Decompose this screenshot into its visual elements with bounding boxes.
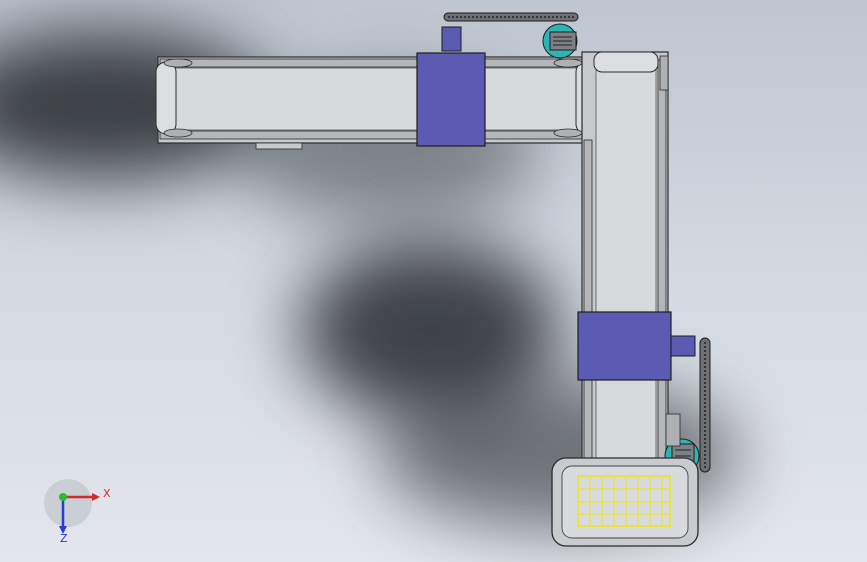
horizontal-bracket-tr xyxy=(553,58,583,68)
side-blue-connector xyxy=(670,335,696,357)
conveyor-assembly-model[interactable]: X Z xyxy=(0,0,867,562)
vertical-drive[interactable] xyxy=(664,337,711,474)
horizontal-left-roller xyxy=(155,61,177,135)
vertical-right-rail xyxy=(657,59,667,491)
horizontal-belt xyxy=(171,67,581,131)
vertical-top-roller xyxy=(593,51,659,73)
horizontal-bracket-tl xyxy=(163,58,193,68)
horizontal-conveyor[interactable] xyxy=(155,56,597,150)
triad-z-label: Z xyxy=(60,532,68,545)
vertical-conveyor[interactable] xyxy=(581,51,669,493)
horizontal-bottom-rail xyxy=(159,130,593,140)
horizontal-drive[interactable] xyxy=(441,12,579,59)
horizontal-carriage-block[interactable] xyxy=(416,52,486,147)
base-tray[interactable] xyxy=(551,457,699,547)
vertical-belt xyxy=(595,69,657,475)
horizontal-bracket-br xyxy=(553,128,583,138)
triad-x-arrow xyxy=(92,493,100,501)
motor-mount-plate xyxy=(665,413,681,447)
top-blue-connector xyxy=(441,26,462,52)
triad-origin-glow xyxy=(44,479,92,527)
graphics-viewport[interactable]: X Z xyxy=(0,0,867,562)
triad-x-label: X xyxy=(103,487,111,500)
triad-origin xyxy=(59,493,67,501)
coordinate-triad: X Z xyxy=(44,479,111,545)
horizontal-underside-plate xyxy=(255,142,303,150)
horizontal-top-rail xyxy=(159,58,593,68)
vertical-carriage-block[interactable] xyxy=(577,311,672,381)
vertical-top-bracket xyxy=(659,55,669,91)
horizontal-bracket-bl xyxy=(163,128,193,138)
